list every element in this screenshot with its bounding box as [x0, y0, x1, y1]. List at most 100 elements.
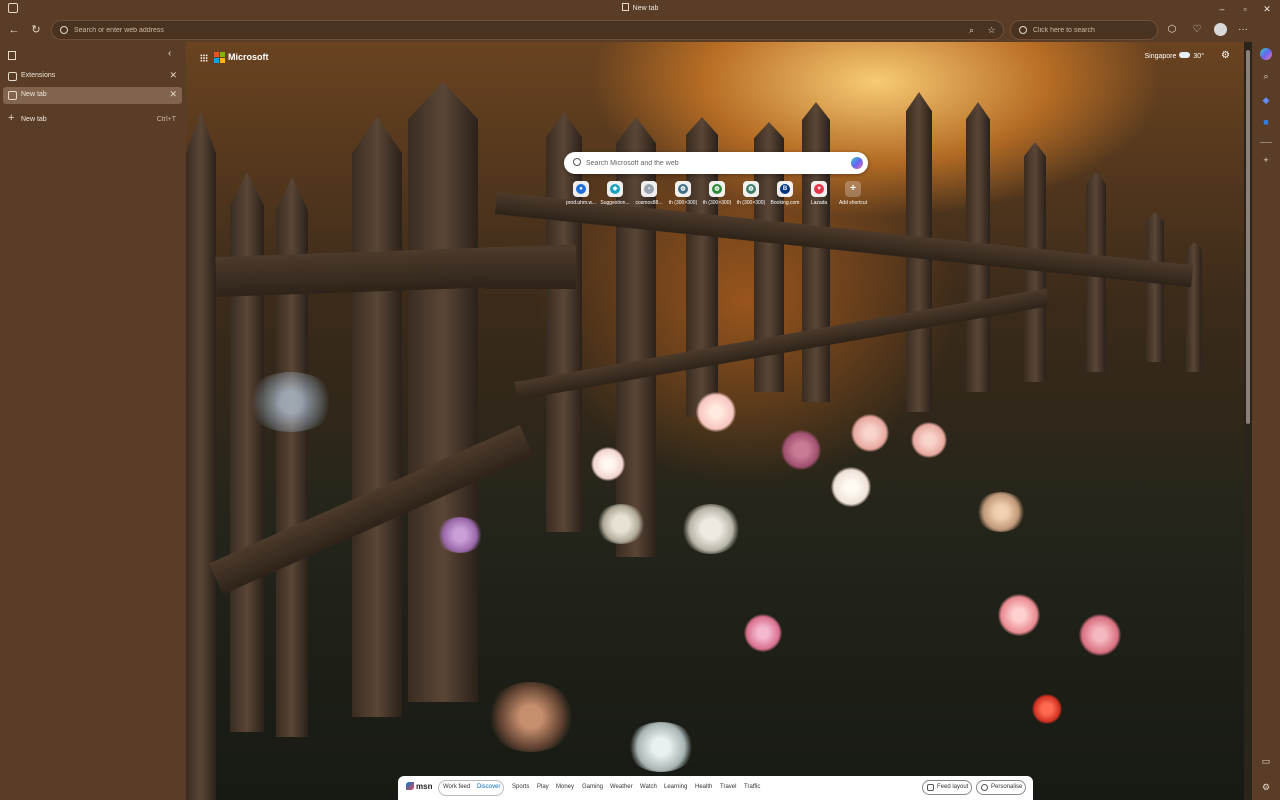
tab-new-tab[interactable]: New tab ✕ — [3, 87, 182, 104]
quick-link[interactable]: ◍ th (300×300) — [734, 181, 768, 211]
flower — [998, 594, 1040, 636]
feed-tab-traffic[interactable]: Traffic — [744, 784, 760, 790]
close-tab-button[interactable]: ✕ — [169, 70, 177, 81]
extensions-icon[interactable]: ⬡ — [1164, 22, 1180, 38]
quick-link[interactable]: ♥ Lazada — [802, 181, 836, 211]
feed-tab-work-feed[interactable]: Work feed — [443, 784, 470, 790]
flower — [781, 430, 821, 470]
quick-links: ● prod.uhm.w... ◆ Suggestion... ▪ cosmos88.… — [564, 181, 874, 211]
search-icon[interactable]: ⌕ — [964, 23, 979, 38]
weather-city: Singapore — [1144, 53, 1177, 60]
quick-link-tile: ◍ — [675, 181, 691, 197]
new-tab-button[interactable]: + New tab Ctrl+T — [3, 112, 182, 128]
site-favicon-icon: ▪ — [644, 184, 654, 194]
fence-post — [1186, 242, 1202, 372]
page-scrollbar[interactable] — [1244, 42, 1252, 800]
page-icon — [621, 3, 629, 11]
app-launcher-icon[interactable] — [200, 54, 208, 62]
quick-link-label: Add shortcut — [838, 200, 868, 206]
personalise-button[interactable]: Personalise — [976, 780, 1026, 795]
fence-post — [408, 82, 478, 702]
feed-layout-button[interactable]: Feed layout — [922, 780, 972, 795]
tab-panel-icon[interactable] — [8, 51, 16, 60]
bing-search-box[interactable] — [1010, 20, 1158, 40]
browser-essentials-icon[interactable]: ♡ — [1189, 22, 1205, 38]
search-icon — [573, 158, 581, 166]
msn-feed-bar: msn Work feed Discover Sports Play Money… — [398, 776, 1033, 800]
add-icon[interactable]: + — [1260, 154, 1272, 166]
page-settings-button[interactable]: ⚙ — [1221, 50, 1230, 61]
plus-icon: + — [850, 183, 856, 194]
msn-logo-text: msn — [416, 782, 433, 791]
address-bar[interactable]: ⌕ ☆ — [51, 20, 1004, 40]
feed-tab-weather[interactable]: Weather — [610, 784, 633, 790]
quick-link[interactable]: ◆ Suggestion... — [598, 181, 632, 211]
msn-logo[interactable]: msn — [406, 782, 432, 791]
new-tab-shortcut: Ctrl+T — [156, 116, 176, 123]
feed-tab-discover[interactable]: Discover — [477, 784, 500, 790]
feed-layout-label: Feed layout — [937, 784, 969, 790]
add-shortcut-button[interactable]: + Add shortcut — [836, 181, 870, 211]
tab-extensions[interactable]: Extensions ✕ — [3, 68, 182, 85]
quick-link[interactable]: ◍ th (300×300) — [700, 181, 734, 211]
refresh-button[interactable]: ↻ — [27, 21, 45, 39]
ntp-search-box[interactable] — [564, 152, 868, 174]
feed-tab-sports[interactable]: Sports — [512, 784, 529, 790]
close-tab-button[interactable]: ✕ — [169, 89, 177, 100]
site-favicon-icon: ● — [576, 184, 586, 194]
flower — [246, 372, 336, 432]
back-button[interactable]: ← — [5, 21, 23, 39]
outlook-icon[interactable]: ■ — [1260, 116, 1272, 128]
flower — [851, 414, 889, 452]
close-window-button[interactable]: ✕ — [1257, 2, 1277, 16]
weather-temp: 30° — [1193, 53, 1204, 60]
feed-tab-money[interactable]: Money — [556, 784, 574, 790]
favorite-star-icon[interactable]: ☆ — [984, 23, 999, 38]
quick-link[interactable]: ◍ th (300×300) — [666, 181, 700, 211]
sidebar-settings-icon[interactable]: ⚙ — [1260, 781, 1272, 793]
minimize-button[interactable]: – — [1212, 2, 1232, 16]
title-bar: New tab – ▫ ✕ — [0, 0, 1280, 18]
flower — [436, 517, 484, 553]
flower — [626, 722, 696, 772]
maximize-button[interactable]: ▫ — [1235, 2, 1255, 16]
copilot-sidebar-icon[interactable] — [1260, 48, 1272, 60]
collapse-pane-button[interactable]: ‹ — [168, 48, 171, 59]
flower — [744, 614, 782, 652]
bing-search-input[interactable] — [1033, 23, 1153, 38]
quick-link[interactable]: ● prod.uhm.w... — [564, 181, 598, 211]
profile-avatar[interactable] — [1214, 23, 1227, 36]
personalise-icon — [981, 784, 988, 791]
screen-icon[interactable]: ▭ — [1260, 755, 1272, 767]
browser-toolbar: ← ↻ ⌕ ☆ ⬡ ♡ ··· — [0, 18, 1280, 42]
flower — [911, 422, 947, 458]
scrollbar-thumb[interactable] — [1246, 50, 1250, 424]
site-favicon-icon: ◍ — [712, 184, 722, 194]
site-favicon-icon: ◍ — [678, 184, 688, 194]
flower — [591, 447, 625, 481]
quick-link[interactable]: B Booking.com — [768, 181, 802, 211]
quick-link-tile: ◆ — [607, 181, 623, 197]
search-icon — [60, 26, 68, 34]
address-input[interactable] — [74, 23, 934, 38]
fence-rail — [486, 247, 576, 289]
feed-tab-travel[interactable]: Travel — [720, 784, 736, 790]
m365-icon[interactable]: ◆ — [1260, 94, 1272, 106]
edge-sidebar-rail: ⌕ ◆ ■ + ▭ ⚙ — [1252, 18, 1280, 800]
feed-tab-watch[interactable]: Watch — [640, 784, 657, 790]
weather-widget[interactable]: Singapore 30° — [1144, 52, 1204, 60]
copilot-icon[interactable] — [851, 157, 863, 169]
quick-link[interactable]: ▪ cosmos88... — [632, 181, 666, 211]
feed-tab-learning[interactable]: Learning — [664, 784, 687, 790]
feed-tab-health[interactable]: Health — [695, 784, 712, 790]
more-menu-button[interactable]: ··· — [1235, 22, 1251, 38]
ntp-search-input[interactable] — [586, 156, 836, 170]
feed-tab-play[interactable]: Play — [537, 784, 549, 790]
site-favicon-icon: ◍ — [746, 184, 756, 194]
search-icon[interactable]: ⌕ — [1260, 70, 1272, 82]
quick-link-tile: ▪ — [641, 181, 657, 197]
feed-tab-gaming[interactable]: Gaming — [582, 784, 603, 790]
msn-butterfly-icon — [406, 782, 414, 790]
quick-link-tile: ♥ — [811, 181, 827, 197]
rail-divider — [1260, 142, 1272, 143]
